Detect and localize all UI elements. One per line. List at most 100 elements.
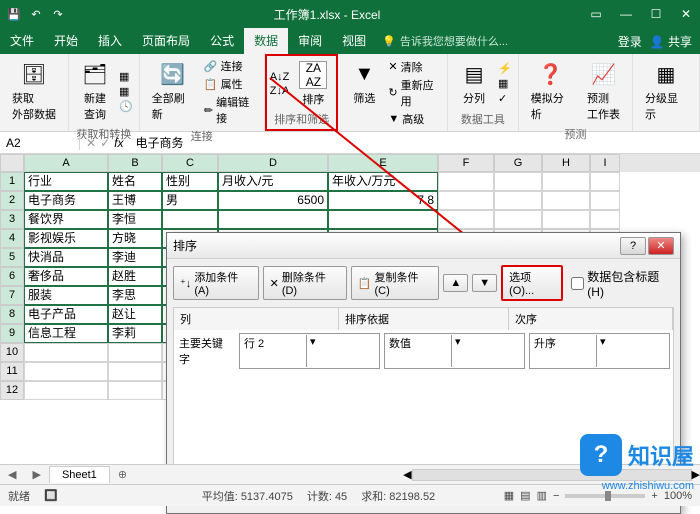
outline-button[interactable]: ▦分级显示: [639, 58, 693, 127]
tab-layout[interactable]: 页面布局: [132, 28, 200, 54]
sort-button[interactable]: ZAAZ排序: [293, 59, 333, 109]
cell[interactable]: [542, 191, 590, 210]
headers-checkbox[interactable]: 数据包含标题(H): [571, 268, 674, 299]
redo-icon[interactable]: ↷: [50, 6, 66, 22]
tab-review[interactable]: 审阅: [288, 28, 332, 54]
row-header[interactable]: 8: [0, 305, 24, 324]
cell[interactable]: 餐饮界: [24, 210, 108, 229]
cell[interactable]: [494, 172, 542, 191]
cell[interactable]: [24, 343, 108, 362]
forecast-button[interactable]: 📈预测 工作表: [581, 58, 626, 124]
sort-asc-button[interactable]: A↓Z: [270, 71, 290, 83]
cell[interactable]: 李莉: [108, 324, 162, 343]
cell[interactable]: 快消品: [24, 248, 108, 267]
col-header[interactable]: E: [328, 154, 438, 172]
save-icon[interactable]: 💾: [6, 6, 22, 22]
refresh-all-button[interactable]: 🔄全部刷新: [146, 58, 200, 126]
recent-icon[interactable]: 🕓: [119, 100, 133, 113]
row-header[interactable]: 7: [0, 286, 24, 305]
name-box[interactable]: A2: [0, 136, 80, 150]
sheet-nav-next-icon[interactable]: ▶: [24, 468, 48, 481]
zoom-out-icon[interactable]: −: [553, 490, 559, 502]
flash-fill-icon[interactable]: ⚡: [498, 62, 512, 75]
external-data-button[interactable]: 🗄获取 外部数据: [6, 58, 62, 127]
select-all-corner[interactable]: [0, 154, 24, 172]
zoom-slider[interactable]: [565, 494, 645, 498]
cell[interactable]: [438, 210, 494, 229]
sheet-tab[interactable]: Sheet1: [49, 466, 110, 483]
cell[interactable]: 6500: [218, 191, 328, 210]
cell[interactable]: 电子商务: [24, 191, 108, 210]
what-if-button[interactable]: ❓模拟分析: [525, 58, 577, 124]
formula-input[interactable]: 电子商务: [135, 134, 183, 151]
cell[interactable]: [590, 210, 620, 229]
row-header[interactable]: 5: [0, 248, 24, 267]
row-header[interactable]: 9: [0, 324, 24, 343]
share-button[interactable]: 👤 共享: [650, 33, 692, 50]
new-query-button[interactable]: 🗂新建 查询: [75, 58, 115, 124]
sorton-select[interactable]: 数值▾: [384, 333, 525, 369]
cell[interactable]: 服装: [24, 286, 108, 305]
view-break-icon[interactable]: ▥: [537, 489, 547, 502]
cell[interactable]: [438, 172, 494, 191]
column-select[interactable]: 行 2▾: [239, 333, 380, 369]
col-header[interactable]: D: [218, 154, 328, 172]
tell-me[interactable]: 💡 告诉我您想要做什么...: [382, 33, 508, 49]
show-queries-icon[interactable]: ▦: [119, 70, 133, 83]
cell[interactable]: 奢侈品: [24, 267, 108, 286]
col-header[interactable]: B: [108, 154, 162, 172]
advanced-filter-button[interactable]: ▼高级: [388, 111, 441, 127]
view-normal-icon[interactable]: ▦: [504, 489, 514, 502]
cell[interactable]: 信息工程: [24, 324, 108, 343]
cell[interactable]: [590, 172, 620, 191]
cell[interactable]: 性别: [162, 172, 218, 191]
sheet-nav-prev-icon[interactable]: ◀: [0, 468, 24, 481]
from-table-icon[interactable]: ▦: [119, 85, 133, 98]
copy-condition-button[interactable]: 📋 复制条件(C): [351, 266, 440, 300]
cell[interactable]: 赵让: [108, 305, 162, 324]
row-header[interactable]: 2: [0, 191, 24, 210]
connections-button[interactable]: 🔗连接: [204, 58, 258, 74]
cell[interactable]: 姓名: [108, 172, 162, 191]
cell[interactable]: [108, 343, 162, 362]
cell[interactable]: [108, 381, 162, 400]
cell[interactable]: 方晓: [108, 229, 162, 248]
move-down-button[interactable]: ▼: [472, 274, 497, 292]
col-header[interactable]: H: [542, 154, 590, 172]
cell[interactable]: 男: [162, 191, 218, 210]
cell[interactable]: [494, 191, 542, 210]
order-select[interactable]: 升序▾: [529, 333, 670, 369]
add-sheet-icon[interactable]: ⊕: [110, 468, 135, 481]
reapply-button[interactable]: ↻重新应用: [388, 77, 441, 109]
delete-condition-button[interactable]: ✕ 删除条件(D): [263, 266, 347, 300]
row-header[interactable]: 6: [0, 267, 24, 286]
row-header[interactable]: 3: [0, 210, 24, 229]
remove-dup-icon[interactable]: ▦: [498, 77, 512, 90]
fx-icon[interactable]: fx: [114, 136, 123, 150]
cell[interactable]: [24, 362, 108, 381]
cancel-icon[interactable]: ✕: [86, 136, 96, 150]
enter-icon[interactable]: ✓: [100, 136, 110, 150]
hscroll-left-icon[interactable]: ◀: [403, 468, 411, 481]
tab-view[interactable]: 视图: [332, 28, 376, 54]
view-layout-icon[interactable]: ▤: [520, 489, 530, 502]
minimize-icon[interactable]: —: [612, 5, 640, 23]
cell[interactable]: 李迪: [108, 248, 162, 267]
maximize-icon[interactable]: ☐: [642, 5, 670, 23]
cell[interactable]: [542, 172, 590, 191]
cell[interactable]: [494, 210, 542, 229]
cell[interactable]: 影视娱乐: [24, 229, 108, 248]
filter-button[interactable]: ▼筛选: [344, 58, 384, 127]
row-header[interactable]: 12: [0, 381, 24, 400]
col-header[interactable]: C: [162, 154, 218, 172]
sort-options-button[interactable]: 选项(O)...: [501, 265, 563, 301]
clear-filter-button[interactable]: ✕清除: [388, 59, 441, 75]
cell[interactable]: 月收入/元: [218, 172, 328, 191]
login-link[interactable]: 登录: [618, 33, 642, 50]
col-header[interactable]: A: [24, 154, 108, 172]
tab-formula[interactable]: 公式: [200, 28, 244, 54]
tab-home[interactable]: 开始: [44, 28, 88, 54]
cell[interactable]: 王博: [108, 191, 162, 210]
data-val-icon[interactable]: ✓: [498, 92, 512, 105]
tab-insert[interactable]: 插入: [88, 28, 132, 54]
